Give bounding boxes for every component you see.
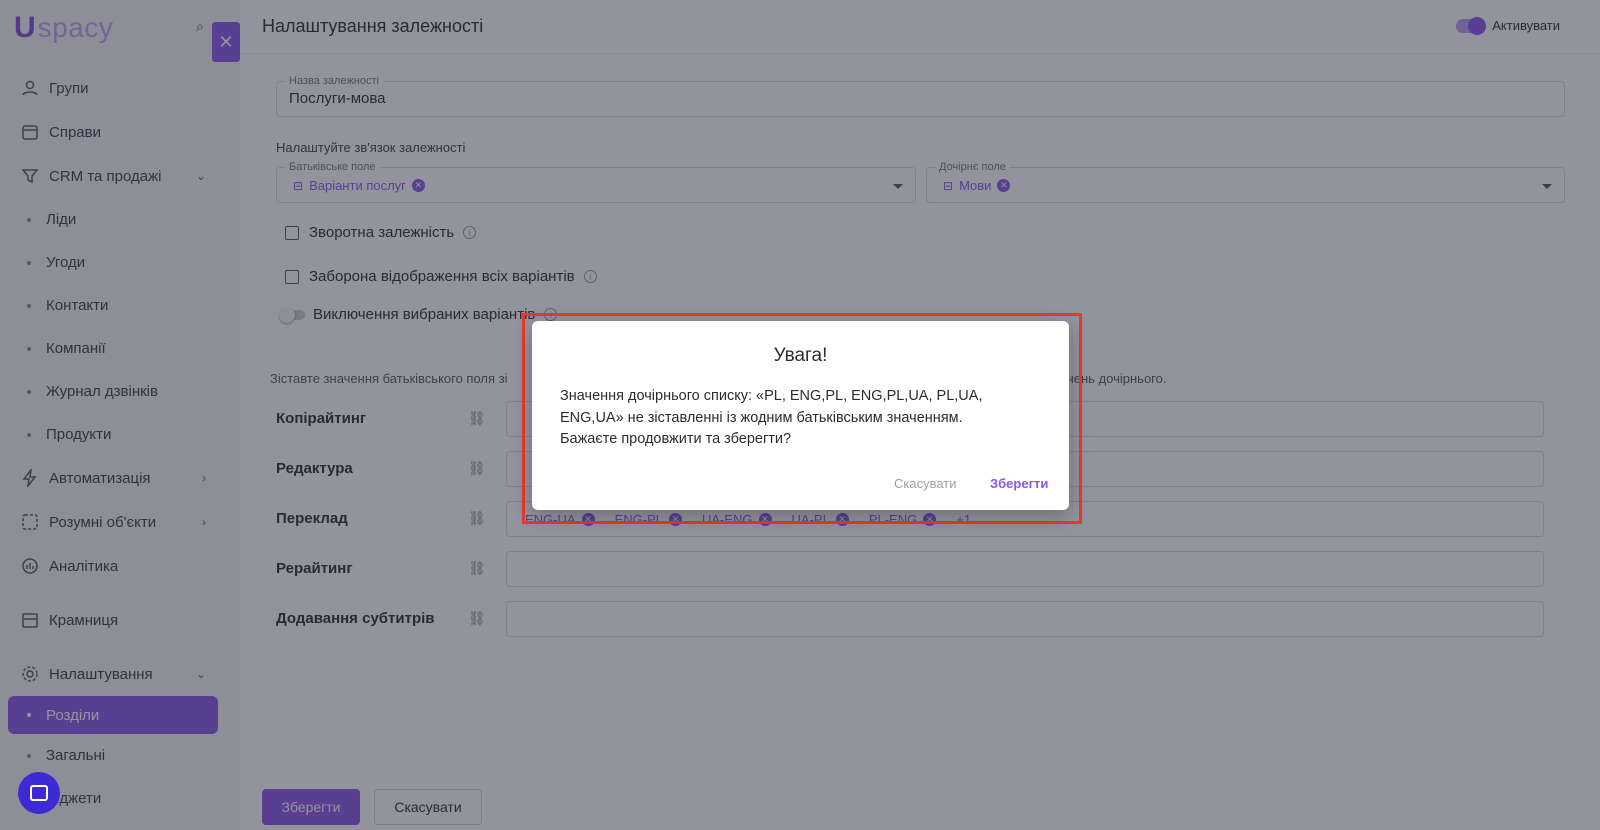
warning-dialog: Увага! Значення дочірнього списку: «PL, …	[532, 321, 1069, 510]
dialog-message: Значення дочірнього списку: «PL, ENG,PL,…	[560, 386, 1030, 451]
dialog-save-button[interactable]: Зберегти	[990, 476, 1048, 491]
dialog-message-line: ENG,UA» не зіставленні із жодним батьків…	[560, 409, 963, 426]
dialog-message-line: Значення дочірнього списку: «PL, ENG,PL,…	[560, 388, 983, 404]
dialog-cancel-button[interactable]: Скасувати	[894, 476, 957, 491]
dialog-message-line: Бажаєте продовжити та зберегти?	[560, 431, 792, 447]
chat-icon	[30, 785, 48, 801]
dialog-title: Увага!	[773, 345, 828, 366]
chat-widget-button[interactable]	[18, 772, 60, 814]
